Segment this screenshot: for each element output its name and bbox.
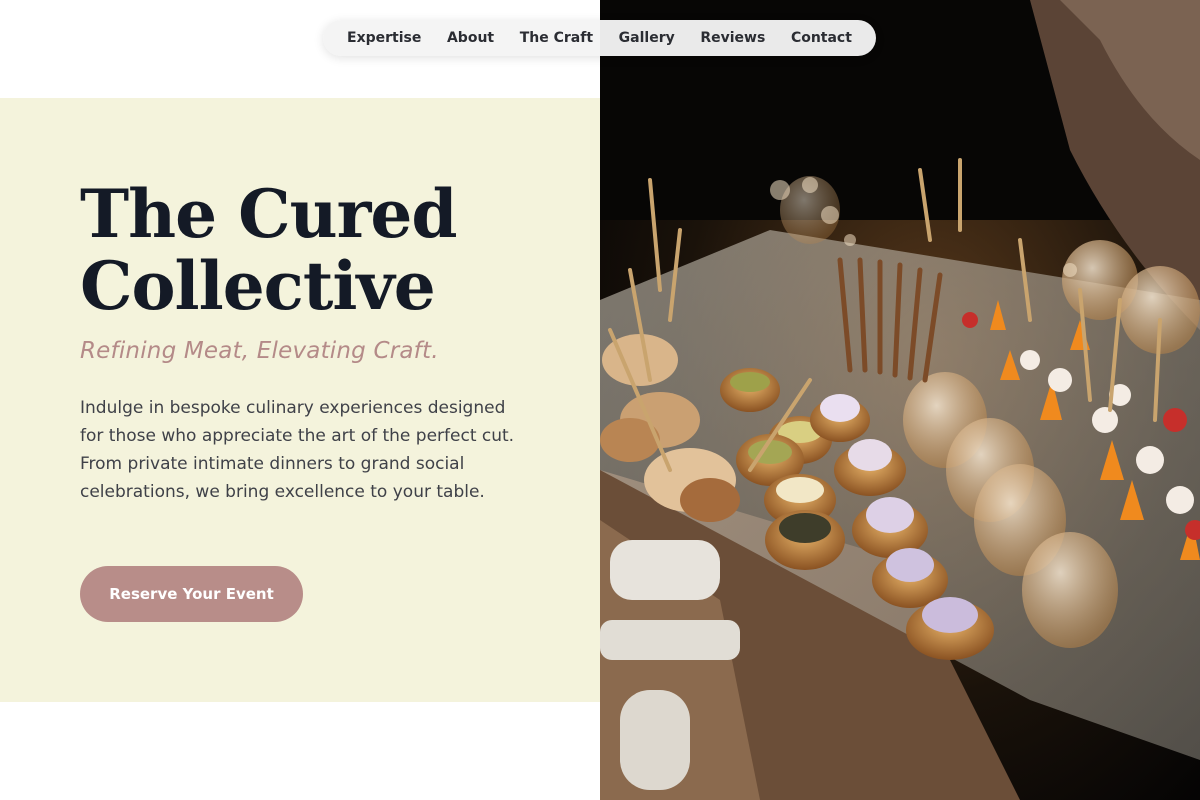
reserve-event-button[interactable]: Reserve Your Event xyxy=(80,566,303,622)
nav-link-the-craft[interactable]: The Craft xyxy=(520,30,593,46)
landing-page: Expertise About The Craft Gallery Review… xyxy=(0,0,1200,800)
nav-link-contact[interactable]: Contact xyxy=(791,30,852,46)
hero-panel: The Cured Collective Refining Meat, Elev… xyxy=(0,98,600,702)
hero-title-line-2: Collective xyxy=(80,247,436,325)
nav-link-gallery[interactable]: Gallery xyxy=(619,30,675,46)
hero-description: Indulge in bespoke culinary experiences … xyxy=(80,398,515,502)
nav-link-reviews[interactable]: Reviews xyxy=(700,30,765,46)
canape-platter-illustration xyxy=(600,0,1200,800)
nav-link-expertise[interactable]: Expertise xyxy=(347,30,421,46)
hero-title: The Cured Collective xyxy=(80,178,540,322)
nav-link-about[interactable]: About xyxy=(447,30,494,46)
hero-food-photo xyxy=(600,0,1200,800)
main-nav: Expertise About The Craft Gallery Review… xyxy=(323,20,876,56)
hero-tagline: Refining Meat, Elevating Craft. xyxy=(80,338,439,364)
hero-title-line-1: The Cured xyxy=(80,175,457,253)
